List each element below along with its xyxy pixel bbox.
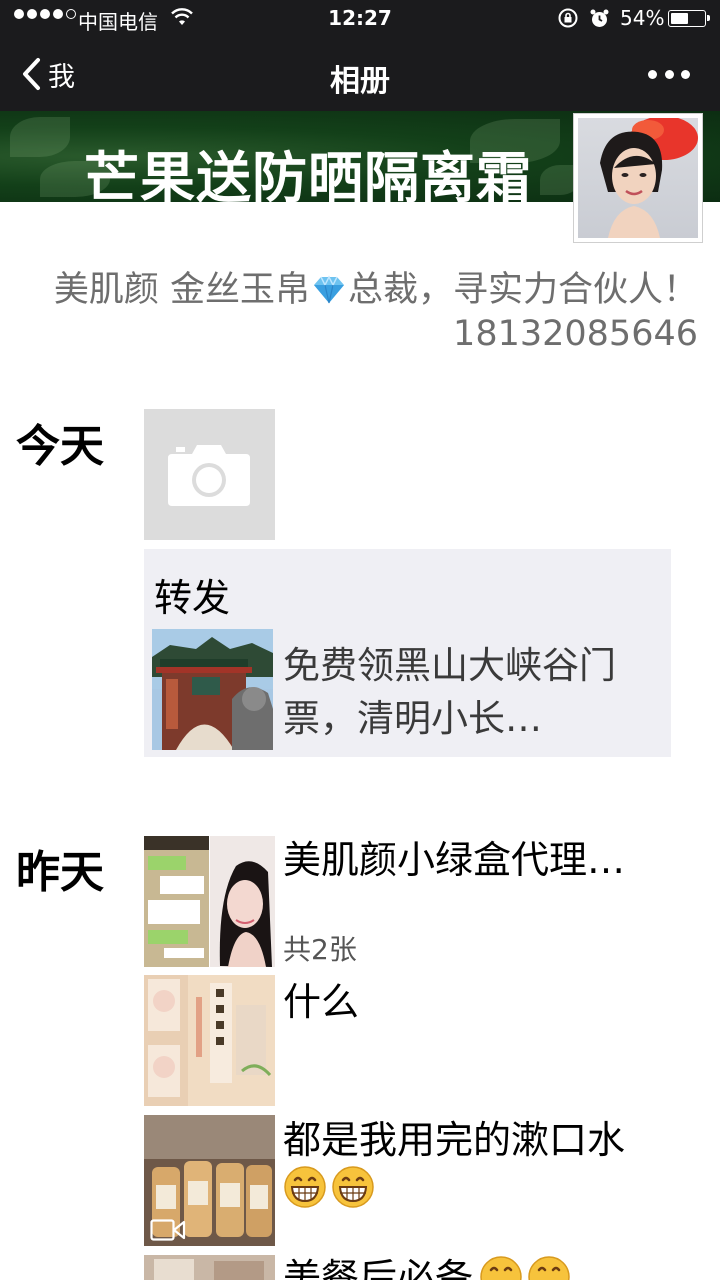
date-label-yesterday: 昨天 — [16, 847, 104, 898]
top-bar: 中国电信 12:27 54% 我 相册 — [0, 0, 720, 111]
cover-text: 芒果送防晒隔离霜 — [84, 146, 533, 202]
more-button[interactable] — [648, 64, 690, 84]
date-label-today: 今天 — [16, 421, 104, 472]
nav-bar: 我 相册 — [0, 38, 720, 111]
post-thumbnail-1[interactable] — [144, 836, 275, 967]
alarm-icon — [590, 9, 609, 27]
post-thumbnail-3[interactable] — [144, 1115, 275, 1246]
page-title: 相册 — [330, 64, 390, 99]
share-title: 免费领黑山大峡谷门票，清明小长… — [283, 644, 616, 740]
gem-icon — [313, 275, 344, 304]
grinning-emoji-icon — [480, 1256, 522, 1280]
share-thumbnail — [152, 629, 273, 750]
video-icon — [150, 1219, 186, 1241]
post-thumbnail-4[interactable] — [144, 1255, 275, 1280]
signature-text-part2: 总裁，寻实力合伙人！18132085646 — [347, 270, 698, 354]
battery-fill — [671, 13, 688, 24]
signature-text-part1: 美肌颜 金丝玉帛 — [53, 270, 310, 310]
share-label: 转发 — [154, 576, 231, 620]
avatar-photo — [600, 118, 698, 238]
post-image-count: 共2张 — [283, 933, 357, 966]
grinning-emoji-icon — [284, 1166, 326, 1208]
post-text-2[interactable]: 什么 — [283, 978, 359, 1026]
battery-icon — [668, 10, 710, 27]
shared-link-card[interactable]: 转发 免费领黑山大峡谷门票，清明小长… — [144, 549, 671, 757]
ellipsis-icon — [648, 69, 657, 79]
grinning-emoji-icon — [332, 1166, 374, 1208]
post-text-4[interactable]: 美餐后必备 — [283, 1254, 575, 1280]
post-text-4-content: 美餐后必备 — [283, 1256, 474, 1280]
grinning-emoji-icon — [528, 1256, 570, 1280]
rotation-lock-icon — [558, 8, 578, 28]
profile-signature: 美肌颜 金丝玉帛 总裁，寻实力合伙人！18132085646 — [40, 268, 698, 356]
avatar[interactable] — [573, 113, 703, 243]
post-thumbnail-2[interactable] — [144, 975, 275, 1106]
post-text-1[interactable]: 美肌颜小绿盒代理… — [283, 836, 625, 884]
battery-percent: 54% — [620, 6, 665, 30]
status-time: 12:27 — [328, 6, 392, 30]
post-text-3-content: 都是我用完的漱口水 — [283, 1118, 626, 1162]
camera-icon — [168, 445, 250, 506]
post-text-3[interactable]: 都是我用完的漱口水 — [283, 1116, 703, 1212]
post-photo-button[interactable] — [144, 409, 275, 540]
status-bar: 中国电信 12:27 54% — [0, 0, 720, 38]
